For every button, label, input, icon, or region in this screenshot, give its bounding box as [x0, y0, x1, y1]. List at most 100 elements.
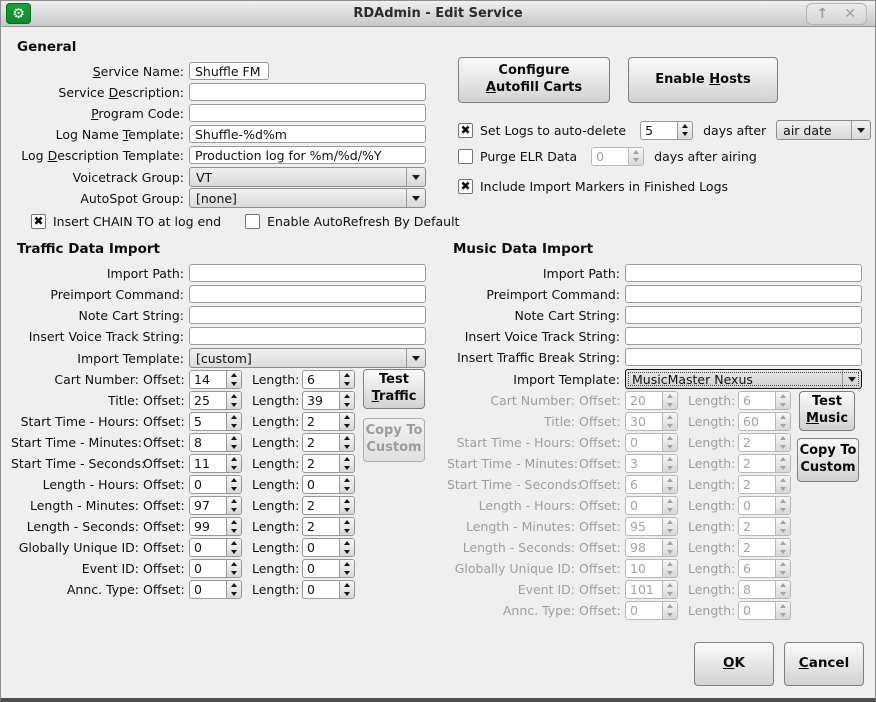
spin-down-icon[interactable]	[227, 422, 241, 431]
program-code-input[interactable]	[189, 104, 426, 122]
spin-up-icon[interactable]	[227, 518, 241, 527]
offset-input[interactable]	[190, 434, 226, 451]
test-traffic-button[interactable]: Test Traffic	[363, 369, 425, 409]
ok-button[interactable]: OK	[694, 642, 774, 686]
spin-down-icon[interactable]	[340, 380, 354, 389]
spin-up-icon[interactable]	[340, 455, 354, 464]
spin-up-icon[interactable]	[340, 392, 354, 401]
service-description-input[interactable]	[189, 83, 426, 101]
cancel-button[interactable]: Cancel	[784, 642, 864, 686]
spin-down-icon[interactable]	[678, 130, 692, 139]
offset-input[interactable]	[190, 413, 226, 430]
spin-down-icon[interactable]	[227, 464, 241, 473]
spin-down-icon[interactable]	[340, 422, 354, 431]
length-input[interactable]	[303, 455, 339, 472]
spin-down-icon[interactable]	[227, 548, 241, 557]
length-input[interactable]	[303, 560, 339, 577]
spin-up-icon[interactable]	[227, 413, 241, 422]
spin-down-icon[interactable]	[227, 590, 241, 599]
autospot-group-select[interactable]: [none]	[189, 188, 426, 208]
configure-autofill-carts-button[interactable]: Configure Autofill Carts	[458, 57, 610, 103]
spin-down-icon[interactable]	[340, 443, 354, 452]
length-input[interactable]	[303, 371, 339, 388]
spin-up-icon[interactable]	[340, 581, 354, 590]
spin-up-icon[interactable]	[227, 434, 241, 443]
spin-down-icon[interactable]	[340, 401, 354, 410]
music-field-input[interactable]	[625, 264, 862, 282]
spin-down-icon[interactable]	[340, 485, 354, 494]
length-input[interactable]	[303, 392, 339, 409]
spin-down-icon[interactable]	[227, 443, 241, 452]
offset-input[interactable]	[190, 476, 226, 493]
offset-input[interactable]	[190, 455, 226, 472]
offset-input[interactable]	[190, 497, 226, 514]
spin-up-icon[interactable]	[340, 518, 354, 527]
spin-up-icon[interactable]	[340, 371, 354, 380]
auto-delete-checkbox[interactable]	[458, 123, 473, 138]
spin-down-icon[interactable]	[340, 464, 354, 473]
music-field-input[interactable]	[625, 285, 862, 303]
spin-down-icon[interactable]	[340, 506, 354, 515]
length-input[interactable]	[303, 581, 339, 598]
traffic-field-input[interactable]	[189, 264, 426, 282]
spin-up-icon[interactable]	[340, 476, 354, 485]
traffic-field-input[interactable]	[189, 306, 426, 324]
titlebar[interactable]: ⚙ RDAdmin - Edit Service ↑ ✕	[1, 1, 875, 27]
offset-input[interactable]	[190, 371, 226, 388]
log-name-template-input[interactable]	[189, 125, 426, 143]
service-name-input[interactable]	[189, 62, 269, 80]
spin-down-icon[interactable]	[227, 527, 241, 536]
include-import-markers-checkbox[interactable]	[458, 179, 473, 194]
close-window-icon[interactable]: ✕	[844, 5, 856, 23]
spin-up-icon[interactable]	[227, 371, 241, 380]
traffic-field-input[interactable]	[189, 327, 426, 345]
spin-down-icon[interactable]	[340, 590, 354, 599]
spin-up-icon[interactable]	[227, 392, 241, 401]
offset-input[interactable]	[190, 392, 226, 409]
music-field-input[interactable]	[625, 306, 862, 324]
spin-down-icon[interactable]	[340, 527, 354, 536]
voicetrack-group-select[interactable]: VT	[189, 167, 426, 187]
spin-up-icon[interactable]	[227, 455, 241, 464]
purge-elr-checkbox[interactable]	[458, 149, 473, 164]
music-field-input[interactable]	[625, 348, 862, 366]
traffic-import-template-select[interactable]: [custom]	[189, 348, 426, 368]
traffic-field-input[interactable]	[189, 285, 426, 303]
copy-to-custom-button-music[interactable]: Copy To Custom	[797, 438, 859, 482]
insert-chain-to-checkbox[interactable]	[31, 214, 46, 229]
offset-input[interactable]	[190, 518, 226, 535]
length-input[interactable]	[303, 476, 339, 493]
length-input[interactable]	[303, 413, 339, 430]
spin-down-icon[interactable]	[227, 506, 241, 515]
test-music-button[interactable]: Test Music	[799, 391, 855, 431]
auto-delete-days-input[interactable]	[641, 122, 677, 139]
spin-down-icon[interactable]	[340, 548, 354, 557]
spin-down-icon[interactable]	[227, 485, 241, 494]
spin-up-icon[interactable]	[227, 497, 241, 506]
spin-up-icon[interactable]	[340, 413, 354, 422]
spin-up-icon[interactable]	[227, 560, 241, 569]
enable-hosts-button[interactable]: Enable Hosts	[628, 57, 778, 103]
offset-input[interactable]	[190, 560, 226, 577]
spin-up-icon[interactable]	[227, 581, 241, 590]
length-input[interactable]	[303, 497, 339, 514]
log-description-template-input[interactable]	[189, 146, 426, 164]
spin-up-icon[interactable]	[678, 122, 692, 131]
spin-down-icon[interactable]	[227, 401, 241, 410]
spin-up-icon[interactable]	[227, 539, 241, 548]
music-field-input[interactable]	[625, 327, 862, 345]
music-import-template-select[interactable]: MusicMaster Nexus	[625, 369, 862, 389]
spin-down-icon[interactable]	[340, 569, 354, 578]
spin-up-icon[interactable]	[340, 539, 354, 548]
spin-down-icon[interactable]	[227, 380, 241, 389]
shade-window-icon[interactable]: ↑	[817, 5, 829, 23]
length-input[interactable]	[303, 539, 339, 556]
enable-autorefresh-checkbox[interactable]	[245, 214, 260, 229]
length-input[interactable]	[303, 434, 339, 451]
spin-up-icon[interactable]	[227, 476, 241, 485]
offset-input[interactable]	[190, 581, 226, 598]
spin-up-icon[interactable]	[340, 434, 354, 443]
auto-delete-reference-select[interactable]: air date	[776, 120, 871, 140]
length-input[interactable]	[303, 518, 339, 535]
offset-input[interactable]	[190, 539, 226, 556]
